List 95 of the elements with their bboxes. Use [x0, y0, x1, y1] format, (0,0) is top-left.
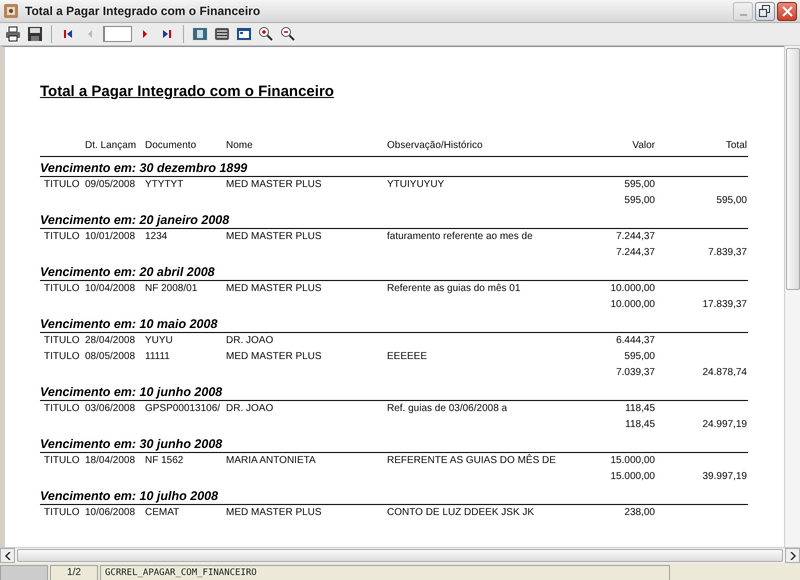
table-cell-text: 08/05/2008 — [85, 350, 136, 364]
table-cell-text: TITULO — [44, 282, 81, 296]
page-indicator: 1/2 — [50, 565, 98, 580]
table-cell-text: MED MASTER PLUS — [226, 350, 323, 364]
group-heading: Vencimento em: 30 junho 2008 — [40, 435, 748, 453]
group-heading: Vencimento em: 10 julho 2008 — [40, 487, 748, 505]
table-cell-text: DR. JOAO — [226, 402, 274, 416]
table-cell-text: EEEEEE — [387, 350, 428, 364]
total-cell-text: 24.997,19 — [702, 418, 747, 432]
table-cell-text: 7.244,37 — [615, 230, 655, 244]
table-cell-text: 6.444,37 — [615, 334, 655, 348]
group-heading: Vencimento em: 20 abril 2008 — [40, 263, 748, 281]
save-icon[interactable] — [26, 25, 44, 43]
group-heading: Vencimento em: 20 janeiro 2008 — [40, 211, 748, 229]
print-icon[interactable] — [4, 25, 22, 43]
table-cell-text: 10/06/2008 — [85, 506, 136, 520]
table-cell-text: 595,00 — [623, 178, 655, 192]
table-cell-text: MED MASTER PLUS — [226, 230, 323, 244]
table-cell-text: 15.000,00 — [610, 454, 655, 468]
table-cell-text: 238,00 — [623, 506, 655, 520]
scroll-right-icon[interactable] — [785, 548, 800, 563]
table-cell-text: MARIA ANTONIETA — [226, 454, 317, 468]
table-cell-text: YUYU — [145, 334, 174, 348]
table-cell-text: TITULO — [44, 454, 81, 468]
table-cell-text: 03/06/2008 — [85, 402, 136, 416]
subtotal-cell-text: 595,00 — [623, 194, 655, 208]
table-cell-text: 595,00 — [623, 350, 655, 364]
page-number-field[interactable] — [103, 26, 132, 42]
table-cell-text: YTUIYUYUY — [387, 178, 446, 192]
table-cell-text: CEMAT — [145, 506, 180, 520]
report-name: GCRREL_APAGAR_COM_FINANCEIRO — [100, 565, 670, 580]
close-button[interactable] — [777, 2, 797, 20]
report-title: Total a Pagar Integrado com o Financeiro — [40, 83, 334, 100]
status-panel — [0, 565, 48, 580]
table-cell-text: Referente as guias do mês 01 — [387, 282, 522, 296]
table-cell-text: NF 2008/01 — [145, 282, 198, 296]
column-header: Total — [724, 140, 747, 151]
minimize-icon — [740, 14, 746, 16]
total-cell-text: 39.997,19 — [702, 470, 747, 484]
subtotal-cell-text: 118,45 — [624, 418, 655, 432]
table-cell-text: TITULO — [44, 178, 81, 192]
table-cell-text: NF 1562 — [145, 454, 184, 468]
scroll-left-icon[interactable] — [0, 548, 15, 563]
subtotal-cell-text: 10.000,00 — [610, 298, 655, 312]
table-cell-text: 09/05/2008 — [85, 178, 136, 192]
total-cell-text: 7.839,37 — [707, 246, 747, 260]
total-cell-text: 595,00 — [715, 194, 747, 208]
table-cell-text: TITULO — [44, 230, 81, 244]
table-cell-text: 18/04/2008 — [85, 454, 136, 468]
table-cell-text: faturamento referente ao mes de — [387, 230, 534, 244]
table-cell-text: 11111 — [145, 350, 171, 364]
table-cell-text: YTYTYT — [145, 178, 184, 192]
list-icon[interactable] — [213, 25, 231, 43]
table-cell-text: TITULO — [44, 350, 81, 364]
group-heading: Vencimento em: 30 dezembro 1899 — [40, 159, 748, 177]
table-cell-text: TITULO — [44, 506, 81, 520]
table-cell-text: MED MASTER PLUS — [226, 506, 323, 520]
table-cell-text: MED MASTER PLUS — [226, 282, 323, 296]
table-cell-text: CONTO DE LUZ DDEEK JSK JK — [387, 506, 536, 520]
restore-icon — [759, 5, 771, 17]
total-cell-text: 24.878,74 — [702, 366, 747, 380]
zoom-in-icon[interactable] — [257, 25, 275, 43]
table-cell-text: 10.000,00 — [610, 282, 655, 296]
table-cell-text: GPSP00013106/ — [145, 402, 222, 416]
vertical-scrollbar[interactable] — [784, 46, 800, 547]
horizontal-scrollbar[interactable] — [17, 549, 783, 562]
table-cell-text: MED MASTER PLUS — [226, 178, 323, 192]
app-icon — [3, 3, 19, 19]
subtotal-cell-text: 15.000,00 — [610, 470, 655, 484]
table-cell-text: 10/01/2008 — [85, 230, 136, 244]
zoom-out-icon[interactable] — [279, 25, 297, 43]
total-cell-text: 17.839,37 — [702, 298, 747, 312]
page-view-icon[interactable] — [191, 25, 209, 43]
table-cell-text: DR. JOAO — [226, 334, 274, 348]
window-icon[interactable] — [235, 25, 253, 43]
table-cell-text: 10/04/2008 — [85, 282, 136, 296]
column-header: Observação/Histórico — [387, 140, 484, 151]
table-cell-text: REFERENTE AS GUIAS DO MÊS DE — [387, 453, 557, 468]
table-cell-text: 28/04/2008 — [85, 334, 136, 348]
column-header: Nome — [226, 140, 254, 151]
subtotal-cell-text: 7.244,37 — [615, 246, 655, 260]
table-cell-text: 1234 — [145, 230, 168, 244]
table-cell-text: Ref. guias de 03/06/2008 a — [387, 402, 508, 416]
subtotal-cell-text: 7.039,37 — [615, 366, 655, 380]
column-header: Documento — [145, 140, 198, 151]
restore-button[interactable] — [755, 2, 775, 20]
group-heading: Vencimento em: 10 maio 2008 — [40, 315, 748, 333]
column-header: Valor — [631, 140, 655, 151]
table-cell-text: TITULO — [44, 334, 81, 348]
group-heading: Vencimento em: 10 junho 2008 — [40, 383, 748, 401]
close-icon — [782, 6, 792, 16]
column-header: Dt. Lançam — [85, 140, 138, 151]
window-title: Total a Pagar Integrado com o Financeiro — [25, 4, 262, 18]
table-cell-text: TITULO — [44, 402, 81, 416]
table-cell-text: 118,45 — [624, 402, 655, 416]
